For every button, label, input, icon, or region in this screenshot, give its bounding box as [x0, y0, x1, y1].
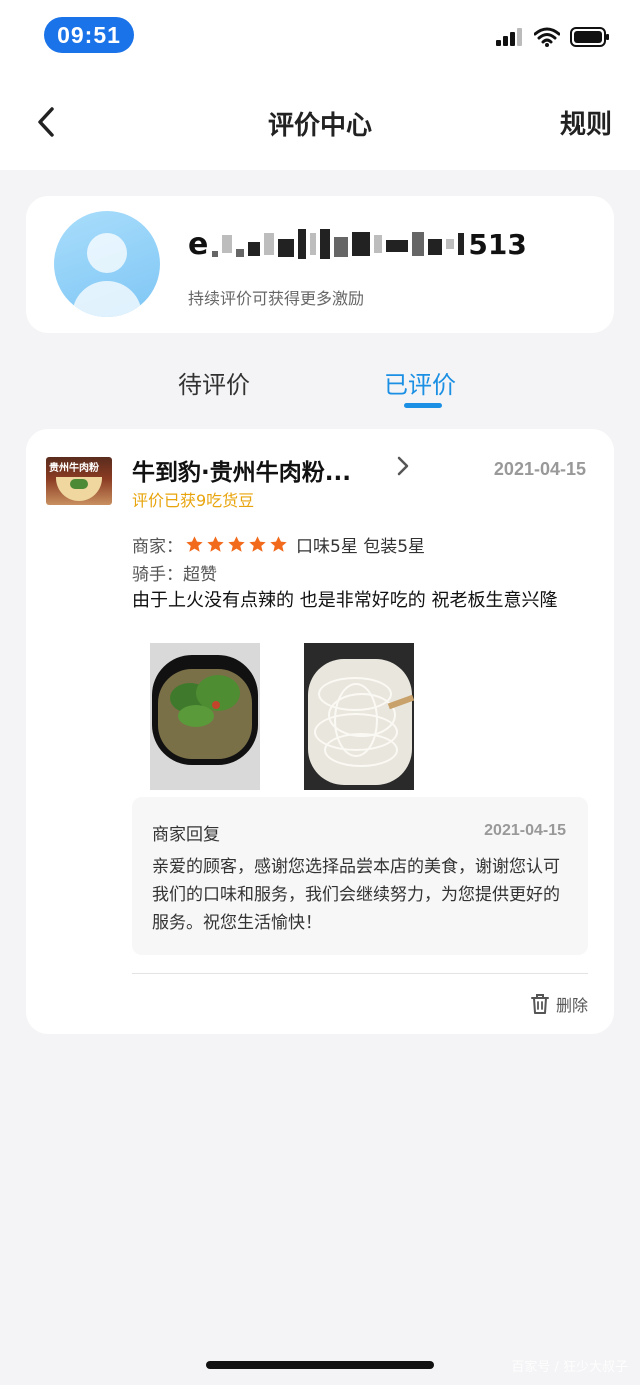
merchant-reply: 商家回复 2021-04-15 亲爱的顾客，感谢您选择品尝本店的美食，谢谢您认可… [132, 797, 588, 955]
star-icon [207, 536, 224, 552]
chevron-right-icon[interactable] [394, 453, 412, 479]
reply-text: 亲爱的顾客，感谢您选择品尝本店的美食，谢谢您认可我们的口味和服务，我们会继续努力… [152, 857, 560, 933]
star-rating [185, 535, 288, 554]
page-title: 评价中心 [267, 111, 372, 141]
home-indicator[interactable] [206, 1361, 434, 1369]
trash-icon [530, 994, 549, 1014]
merchant-label: 商家： [132, 537, 183, 557]
star-icon [270, 536, 287, 552]
shop-thumb-text: 贵州牛肉粉 [49, 463, 99, 474]
reply-date: 2021-04-15 [484, 822, 566, 839]
battery-icon [570, 27, 609, 47]
watermark: 百家号 / 狂少大叔子 [511, 1360, 628, 1375]
delete-button[interactable]: 删除 [530, 992, 588, 1016]
signal-icon [496, 28, 522, 46]
bonus-text: 评价已获9吃货豆 [132, 491, 255, 510]
username-suffix: 513 [468, 227, 527, 261]
star-icon [249, 536, 266, 552]
rider-rating: 骑手：超赞 [132, 565, 217, 585]
username-masked: e 513 [188, 224, 598, 264]
review-tabs: 待评价 已评价 [0, 355, 640, 415]
star-icon [186, 536, 203, 552]
status-icons [496, 27, 610, 47]
review-date: 2021-04-15 [493, 459, 586, 479]
review-photo-1[interactable] [150, 643, 260, 790]
tab-reviewed[interactable]: 已评价 [384, 365, 456, 400]
review-text: 由于上火没有点辣的 也是非常好吃的 祝老板生意兴隆 [132, 590, 558, 611]
tab-active-indicator [404, 403, 442, 408]
star-icon [228, 536, 245, 552]
wifi-icon [534, 27, 560, 47]
reply-title: 商家回复 [152, 825, 220, 845]
rules-button[interactable]: 规则 [560, 104, 612, 141]
username-prefix: e [188, 226, 209, 262]
nav-bar: 评价中心 规则 [0, 75, 640, 170]
rating-details: 口味5星 包装5星 [296, 537, 426, 557]
merchant-rating-row: 商家： 口味5星 包装5星 [132, 532, 425, 557]
incentive-text: 持续评价可获得更多激励 [188, 289, 365, 308]
status-time: 09:51 [44, 17, 134, 53]
divider [132, 973, 588, 974]
review-photo-2[interactable] [304, 643, 414, 790]
delete-label: 删除 [555, 996, 588, 1015]
tab-pending[interactable]: 待评价 [178, 365, 250, 400]
status-bar: 09:51 [0, 0, 640, 75]
avatar[interactable] [54, 211, 160, 317]
shop-thumbnail[interactable]: 贵州牛肉粉 [46, 457, 112, 505]
shop-name[interactable]: 牛到豹·贵州牛肉粉... [132, 453, 351, 487]
review-card: 贵州牛肉粉 牛到豹·贵州牛肉粉... 2021-04-15 评价已获9吃货豆 商… [26, 429, 614, 1034]
profile-card: e 513 持续评价可获得更多激励 [26, 196, 614, 333]
